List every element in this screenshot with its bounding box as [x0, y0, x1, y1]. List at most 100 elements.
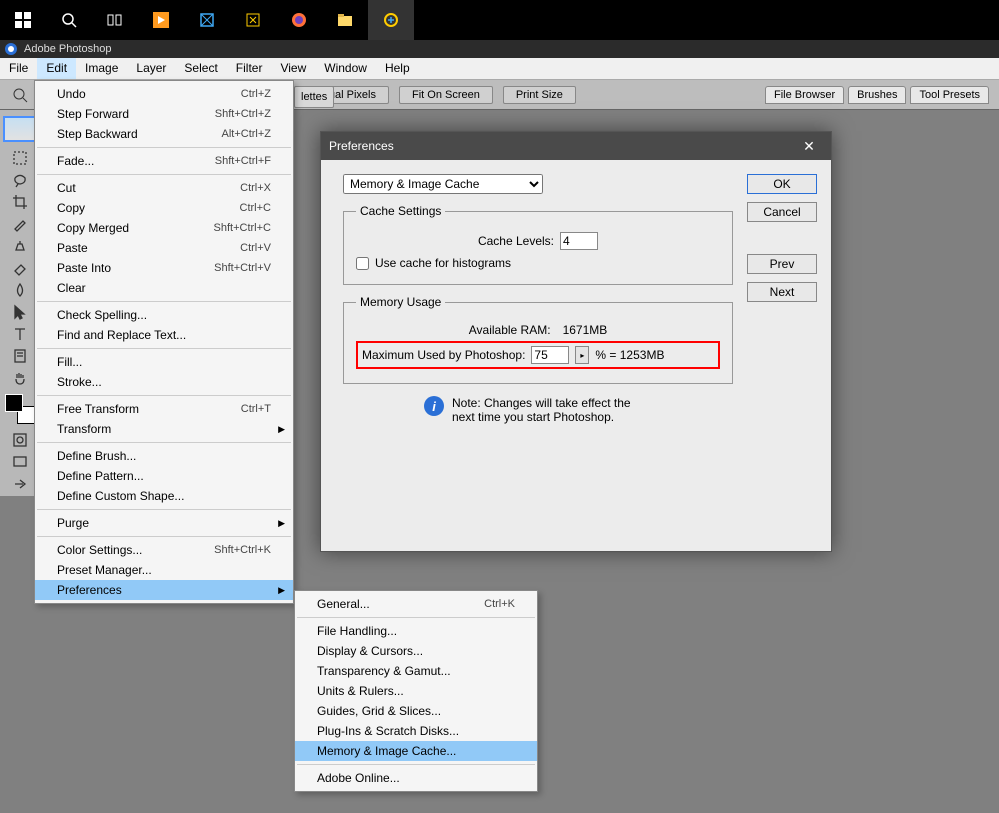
menu-item-memory-image-cache[interactable]: Memory & Image Cache...	[295, 741, 537, 761]
menu-item-step-forward[interactable]: Step ForwardShft+Ctrl+Z	[35, 104, 293, 124]
explorer-icon[interactable]	[322, 0, 368, 40]
taskbar-app-6[interactable]	[368, 0, 414, 40]
close-icon[interactable]: ✕	[795, 138, 823, 155]
max-memory-computed: % = 1253MB	[595, 348, 664, 362]
menu-item-clear[interactable]: Clear	[35, 278, 293, 298]
type-tool[interactable]	[10, 324, 30, 344]
ok-button[interactable]: OK	[747, 174, 817, 194]
menu-item-undo[interactable]: UndoCtrl+Z	[35, 84, 293, 104]
navigator-thumb[interactable]	[3, 116, 37, 142]
taskbar-app-2[interactable]	[184, 0, 230, 40]
menu-filter[interactable]: Filter	[227, 58, 272, 79]
preferences-submenu: General...Ctrl+K File Handling...Display …	[294, 590, 538, 792]
menu-item-check-spelling[interactable]: Check Spelling...	[35, 305, 293, 325]
menu-item-purge[interactable]: Purge▶	[35, 513, 293, 533]
memory-spinner[interactable]: ▸	[575, 346, 589, 364]
menu-item-guides-grid-slices[interactable]: Guides, Grid & Slices...	[295, 701, 537, 721]
submenu-arrow-icon: ▶	[278, 424, 285, 435]
app-title: Adobe Photoshop	[24, 43, 111, 55]
menu-item-paste[interactable]: PasteCtrl+V	[35, 238, 293, 258]
dialog-titlebar: Preferences ✕	[321, 132, 831, 160]
menu-item-define-pattern[interactable]: Define Pattern...	[35, 466, 293, 486]
menu-item-cut[interactable]: CutCtrl+X	[35, 178, 293, 198]
menu-item-preset-manager[interactable]: Preset Manager...	[35, 560, 293, 580]
menu-item-fill[interactable]: Fill...	[35, 352, 293, 372]
taskbar-app-1[interactable]	[138, 0, 184, 40]
palette-tab-brushes[interactable]: Brushes	[848, 86, 906, 104]
memory-usage-group: Memory Usage Available RAM: 1671MB Maxim…	[343, 295, 733, 384]
search-icon[interactable]	[46, 0, 92, 40]
menu-item-preferences[interactable]: Preferences▶	[35, 580, 293, 600]
menu-view[interactable]: View	[271, 58, 315, 79]
available-ram-label: Available RAM:	[469, 323, 551, 337]
fit-on-screen-button[interactable]: Fit On Screen	[399, 86, 493, 104]
menu-window[interactable]: Window	[315, 58, 376, 79]
hand-tool[interactable]	[10, 368, 30, 388]
next-button[interactable]: Next	[747, 282, 817, 302]
submenu-arrow-icon: ▶	[278, 518, 285, 529]
menu-item-copy-merged[interactable]: Copy MergedShft+Ctrl+C	[35, 218, 293, 238]
preferences-dialog: Preferences ✕ Memory & Image Cache Cache…	[320, 131, 832, 552]
print-size-button[interactable]: Print Size	[503, 86, 576, 104]
quick-mask-toggle[interactable]	[10, 430, 30, 450]
prev-button[interactable]: Prev	[747, 254, 817, 274]
move-tool[interactable]	[10, 302, 30, 322]
menu-item-find-and-replace-text[interactable]: Find and Replace Text...	[35, 325, 293, 345]
cancel-button[interactable]: Cancel	[747, 202, 817, 222]
menu-item-fade[interactable]: Fade...Shft+Ctrl+F	[35, 151, 293, 171]
menu-item-define-custom-shape[interactable]: Define Custom Shape...	[35, 486, 293, 506]
blur-tool[interactable]	[10, 280, 30, 300]
cache-levels-label: Cache Levels:	[478, 234, 554, 248]
menu-item-transparency-gamut[interactable]: Transparency & Gamut...	[295, 661, 537, 681]
healing-brush-tool[interactable]	[10, 214, 30, 234]
menu-select[interactable]: Select	[175, 58, 226, 79]
histogram-cache-checkbox[interactable]: Use cache for histograms	[356, 256, 720, 270]
app-icon	[4, 42, 18, 56]
menu-item-plug-ins-scratch-disks[interactable]: Plug-Ins & Scratch Disks...	[295, 721, 537, 741]
menu-item-file-handling[interactable]: File Handling...	[295, 621, 537, 641]
menu-item-step-backward[interactable]: Step BackwardAlt+Ctrl+Z	[35, 124, 293, 144]
menu-item-transform[interactable]: Transform▶	[35, 419, 293, 439]
menu-help[interactable]: Help	[376, 58, 419, 79]
restart-note: i Note: Changes will take effect the nex…	[343, 396, 733, 424]
menu-bar: FileEditImageLayerSelectFilterViewWindow…	[0, 58, 999, 80]
jump-to-imageready[interactable]	[10, 474, 30, 494]
app-title-bar: Adobe Photoshop	[0, 40, 999, 58]
taskbar-app-3[interactable]	[230, 0, 276, 40]
menu-item-copy[interactable]: CopyCtrl+C	[35, 198, 293, 218]
menu-item-color-settings[interactable]: Color Settings...Shft+Ctrl+K	[35, 540, 293, 560]
task-view-icon[interactable]	[92, 0, 138, 40]
lasso-tool[interactable]	[10, 170, 30, 190]
menu-item-define-brush[interactable]: Define Brush...	[35, 446, 293, 466]
max-memory-label: Maximum Used by Photoshop:	[362, 348, 525, 362]
menu-layer[interactable]: Layer	[127, 58, 175, 79]
menu-edit[interactable]: Edit	[37, 58, 76, 79]
menu-image[interactable]: Image	[76, 58, 127, 79]
crop-tool[interactable]	[10, 192, 30, 212]
prefs-section-select[interactable]: Memory & Image Cache	[343, 174, 543, 194]
max-memory-input[interactable]	[531, 346, 569, 364]
info-icon: i	[424, 396, 444, 416]
clone-stamp-tool[interactable]	[10, 236, 30, 256]
menu-item-display-cursors[interactable]: Display & Cursors...	[295, 641, 537, 661]
menu-file[interactable]: File	[0, 58, 37, 79]
menu-item-general[interactable]: General...Ctrl+K	[295, 594, 537, 614]
menu-item-stroke[interactable]: Stroke...	[35, 372, 293, 392]
palette-tab-file-browser[interactable]: File Browser	[765, 86, 844, 104]
menu-item-free-transform[interactable]: Free TransformCtrl+T	[35, 399, 293, 419]
palettes-toggle[interactable]: lettes	[294, 86, 334, 108]
cache-levels-input[interactable]	[560, 232, 598, 250]
menu-item-adobe-online[interactable]: Adobe Online...	[295, 768, 537, 788]
marquee-tool[interactable]	[10, 148, 30, 168]
menu-item-units-rulers[interactable]: Units & Rulers...	[295, 681, 537, 701]
start-button[interactable]	[0, 0, 46, 40]
firefox-icon[interactable]	[276, 0, 322, 40]
edit-menu-dropdown: UndoCtrl+ZStep ForwardShft+Ctrl+ZStep Ba…	[34, 80, 294, 604]
screen-mode-toggle[interactable]	[10, 452, 30, 472]
available-ram-value: 1671MB	[563, 323, 608, 337]
eraser-tool[interactable]	[10, 258, 30, 278]
notes-tool[interactable]	[10, 346, 30, 366]
menu-item-paste-into[interactable]: Paste IntoShft+Ctrl+V	[35, 258, 293, 278]
color-swatches[interactable]	[5, 394, 35, 424]
palette-tab-tool-presets[interactable]: Tool Presets	[910, 86, 989, 104]
